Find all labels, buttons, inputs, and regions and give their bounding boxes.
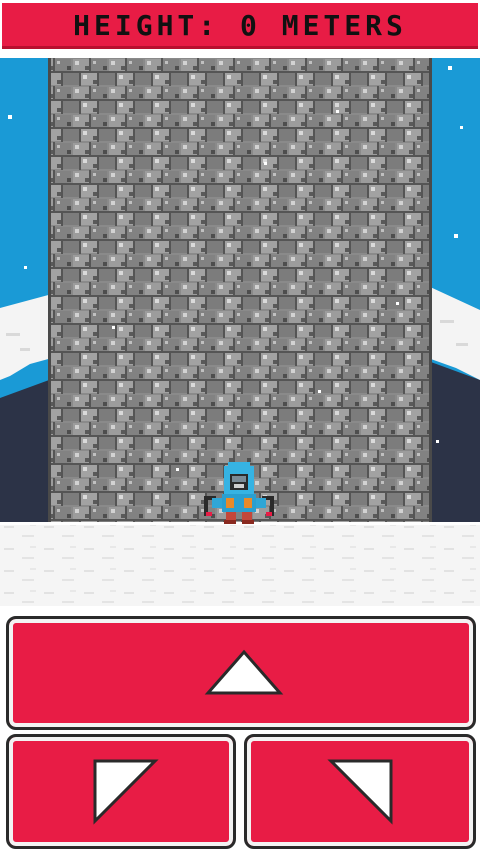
- snow-ground: [0, 524, 480, 606]
- triangle-up-icon: [204, 649, 284, 695]
- diagonal-left-icon: [93, 759, 159, 825]
- hud: HEIGHT: 0 METERS: [0, 0, 480, 52]
- climb-right-button[interactable]: [244, 734, 476, 849]
- rock-tower: [48, 58, 432, 528]
- diagonal-right-icon: [327, 759, 393, 825]
- climb-up-button[interactable]: [6, 616, 476, 730]
- height-label: HEIGHT: 0 METERS: [73, 9, 407, 42]
- game-scene[interactable]: [0, 58, 480, 606]
- game-canvas: [0, 58, 480, 606]
- climb-left-button[interactable]: [6, 734, 236, 849]
- height-bar: HEIGHT: 0 METERS: [2, 3, 478, 49]
- controls-panel: [0, 606, 480, 851]
